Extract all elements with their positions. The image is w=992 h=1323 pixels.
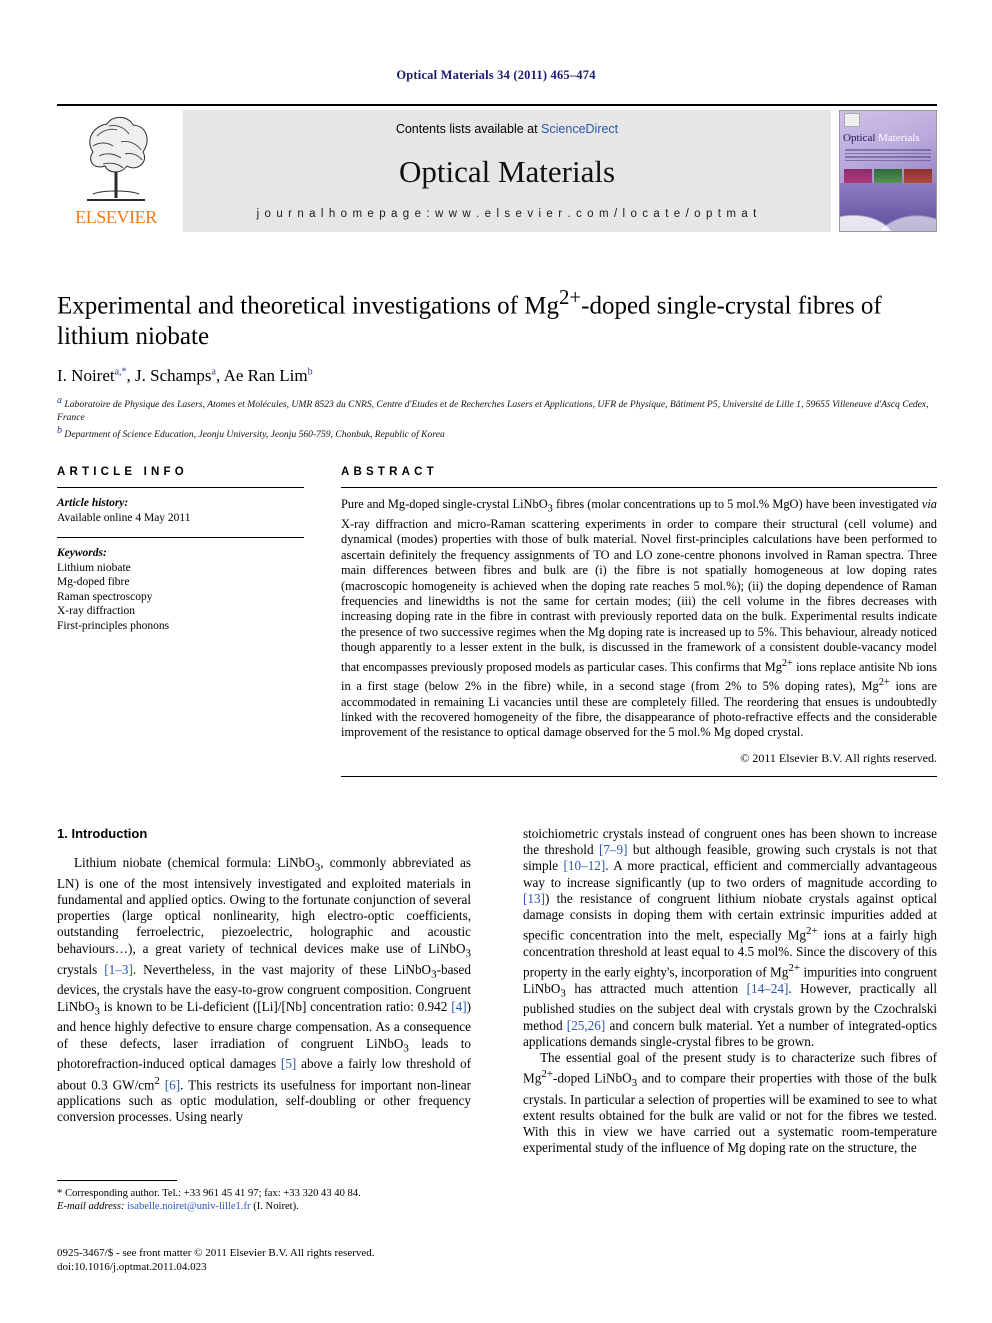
contents-prefix: Contents lists available at: [395, 122, 542, 136]
journal-cover-thumbnail: Optical Materials: [839, 110, 937, 232]
journal-band: Contents lists available at ScienceDirec…: [183, 110, 831, 232]
journal-homepage-line[interactable]: j o u r n a l h o m e p a g e : w w w . …: [183, 208, 831, 220]
keyword-item: Raman spectroscopy: [57, 590, 153, 603]
section-heading-introduction: 1. Introduction: [57, 826, 148, 841]
author-2-marks: b: [307, 366, 313, 378]
cover-logo-box: [844, 113, 860, 127]
keyword-item: X-ray diffraction: [57, 605, 136, 618]
email-suffix: (I. Noiret).: [253, 1201, 299, 1213]
affiliation-b: b Department of Science Education, Jeonj…: [57, 425, 937, 442]
cover-wave-graphic: [840, 183, 936, 231]
article-history-heading: Article history:: [57, 497, 129, 509]
abstract-text: Pure and Mg-doped single-crystal LiNbO3 …: [341, 497, 937, 740]
abstract-rule-top: [341, 487, 937, 488]
email-label: E-mail address:: [57, 1201, 125, 1213]
doi-line: doi:10.1016/j.optmat.2011.04.023: [57, 1261, 207, 1273]
cover-title-word1: Optical: [843, 132, 876, 144]
intro-paragraph-right-2: The essential goal of the present study …: [523, 1050, 937, 1156]
intro-paragraph-right-1: stoichiometric crystals instead of congr…: [523, 826, 938, 1049]
affiliation-a-mark: a: [57, 395, 62, 407]
keywords-heading: Keywords:: [57, 546, 107, 559]
cover-title-word2: Materials: [878, 132, 920, 144]
elsevier-tree-icon: [87, 116, 148, 201]
keyword-item: First-principles phonons: [57, 619, 170, 632]
author-1-name: J. Schamps: [135, 366, 212, 386]
footnote-zone: * Corresponding author. Tel.: +33 961 45…: [57, 1180, 471, 1214]
keyword-item: Mg-doped fibre: [57, 576, 130, 589]
intro-paragraph-left: Lithium niobate (chemical formula: LiNbO…: [57, 855, 472, 1125]
cover-title: Optical Materials: [843, 133, 933, 144]
keyword-item: Lithium niobate: [57, 561, 131, 574]
author-1-marks: a: [211, 366, 216, 378]
journal-title: Optical Materials: [398, 154, 616, 189]
affiliation-list: a Laboratoire de Physique des Lasers, At…: [57, 395, 937, 441]
author-list: I. Noireta,*, J. Schampsa, Ae Ran Limb: [57, 366, 313, 386]
author-2: Ae Ran Limb: [224, 366, 313, 385]
elsevier-wordmark: ELSEVIER: [75, 207, 157, 227]
contents-available-line: Contents lists available at ScienceDirec…: [183, 122, 831, 136]
running-head: Optical Materials 34 (2011) 465–474: [396, 68, 596, 82]
affiliation-b-text: Department of Science Education, Jeonju …: [64, 428, 445, 440]
paper-page: Optical Materials 34 (2011) 465–474 ELSE…: [0, 0, 992, 1323]
issn-line: 0925-3467/$ - see front matter © 2011 El…: [57, 1247, 375, 1259]
email-link[interactable]: isabelle.noiret@univ-lille1.fr: [127, 1201, 250, 1212]
author-0: I. Noireta,*: [57, 366, 127, 385]
author-0-marks[interactable]: a,*: [115, 367, 127, 378]
elsevier-logo: ELSEVIER: [57, 110, 175, 232]
affiliation-a: a Laboratoire de Physique des Lasers, At…: [57, 395, 937, 424]
article-info-column: ARTICLE INFO Article history: Available …: [57, 466, 304, 777]
affiliation-b-mark: b: [57, 424, 62, 436]
author-2-name: Ae Ran Lim: [223, 366, 308, 386]
article-info-rule-mid: [57, 536, 304, 538]
article-info-label: ARTICLE INFO: [57, 466, 188, 478]
article-history-value: Available online 4 May 2011: [57, 512, 191, 524]
abstract-label: ABSTRACT: [341, 466, 438, 478]
corresponding-author-note: * Corresponding author. Tel.: +33 961 45…: [57, 1188, 361, 1199]
title-block: Experimental and theoretical investigati…: [57, 282, 937, 441]
article-info-rule-top: [57, 487, 304, 488]
author-1: J. Schampsa: [135, 366, 216, 385]
author-0-name: I. Noiret: [57, 366, 115, 386]
copyright-line: © 2011 Elsevier B.V. All rights reserved…: [740, 750, 937, 765]
title-before: Experimental and theoretical investigati…: [57, 292, 559, 320]
email-note: E-mail address: isabelle.noiret@univ-lil…: [57, 1200, 471, 1213]
imprint-block: 0925-3467/$ - see front matter © 2011 El…: [57, 1246, 557, 1274]
abstract-rule-bottom: [341, 775, 937, 777]
page-title: Experimental and theoretical investigati…: [57, 282, 937, 352]
abstract-column: ABSTRACT Pure and Mg-doped single-crysta…: [341, 466, 937, 777]
title-superscript: 2+: [558, 285, 582, 309]
affiliation-a-text: Laboratoire de Physique des Lasers, Atom…: [57, 399, 929, 424]
info-abstract-section: ARTICLE INFO Article history: Available …: [57, 466, 937, 777]
cover-subtitle-lines: [845, 149, 931, 163]
sciencedirect-link[interactable]: ScienceDirect: [541, 122, 618, 136]
journal-masthead: ELSEVIER Contents lists available at Sci…: [57, 104, 937, 234]
footnote-rule: [57, 1180, 177, 1181]
body-column-right: stoichiometric crystals instead of congr…: [523, 826, 937, 1246]
